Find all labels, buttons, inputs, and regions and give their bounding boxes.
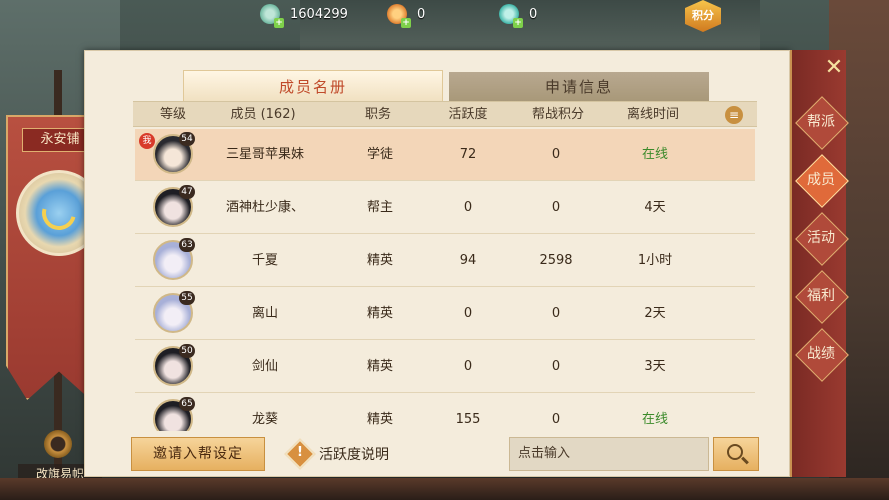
member-role: 学徒	[366, 147, 393, 162]
table-row[interactable]: 63 千夏 精英 94 2598 1小时	[135, 235, 755, 287]
member-offline: 1小时	[637, 253, 673, 268]
header-offline[interactable]: 离线时间	[603, 102, 703, 128]
member-role: 精英	[366, 306, 393, 321]
member-role: 帮主	[366, 200, 393, 215]
member-activity: 72	[459, 147, 477, 162]
header-activity[interactable]: 活跃度	[423, 102, 513, 128]
currency-gold[interactable]: + 0	[387, 4, 426, 28]
member-name: 酒神杜少康、	[225, 200, 304, 215]
close-icon[interactable]: ✕	[822, 56, 846, 80]
jade-coin-icon: +	[260, 4, 284, 28]
member-activity: 0	[463, 200, 473, 215]
member-name: 千夏	[251, 253, 278, 268]
currency-bar: + 1604299 + 0 + 0 积分	[255, 0, 795, 32]
member-role: 精英	[366, 359, 393, 374]
activity-help-link[interactable]: ! 活跃度说明	[284, 438, 389, 470]
points-badge[interactable]: 积分	[685, 0, 721, 32]
self-badge: 我	[139, 133, 155, 149]
member-name: 三星哥苹果妹	[225, 147, 304, 162]
plus-icon[interactable]: +	[274, 18, 284, 28]
level-badge: 50	[179, 344, 195, 358]
member-name: 龙葵	[251, 412, 278, 427]
member-offline: 在线	[641, 412, 668, 427]
nav-item-welfare[interactable]: 福利	[799, 274, 843, 318]
level-badge: 65	[179, 397, 195, 411]
header-war-points[interactable]: 帮战积分	[513, 102, 603, 128]
tab-applications[interactable]: 申请信息	[449, 72, 709, 102]
currency-gold-value: 0	[417, 6, 426, 22]
member-war-points: 0	[551, 306, 561, 321]
member-activity: 0	[463, 306, 473, 321]
plus-icon[interactable]: +	[401, 18, 411, 28]
level-badge: 54	[179, 132, 195, 146]
member-activity: 155	[455, 412, 481, 427]
member-war-points: 2598	[539, 253, 573, 268]
teal-coin-icon: +	[499, 4, 523, 28]
gear-icon[interactable]	[44, 430, 72, 458]
table-row[interactable]: 50 剑仙 精英 0 0 3天	[135, 341, 755, 393]
nav-item-activities[interactable]: 活动	[799, 216, 843, 260]
sort-menu-icon[interactable]: ≡	[725, 106, 743, 124]
member-name: 离山	[251, 306, 278, 321]
search-button[interactable]	[713, 437, 759, 471]
nav-item-records[interactable]: 战绩	[799, 332, 843, 376]
panel-tabs: 成员名册 申请信息	[183, 70, 711, 102]
member-list[interactable]: 54 我 三星哥苹果妹 学徒 72 0 在线 47 酒神杜少康、 帮主 0 0 …	[135, 129, 755, 431]
member-name: 剑仙	[251, 359, 278, 374]
level-badge: 47	[179, 185, 195, 199]
member-role: 精英	[366, 253, 393, 268]
bottom-frame	[0, 478, 889, 500]
search-icon-handle	[741, 456, 749, 465]
nav-item-guild[interactable]: 帮派	[799, 100, 843, 144]
currency-teal-value: 0	[529, 6, 538, 22]
level-badge: 55	[179, 291, 195, 305]
gold-coin-icon: +	[387, 4, 411, 28]
search-input[interactable]: 点击输入	[509, 437, 709, 471]
table-row[interactable]: 54 我 三星哥苹果妹 学徒 72 0 在线	[135, 129, 755, 181]
header-member[interactable]: 成员 (162)	[213, 102, 313, 128]
member-panel: 成员名册 申请信息 等级 成员 (162) 职务 活跃度 帮战积分 离线时间 ≡…	[84, 50, 790, 477]
member-offline: 2天	[644, 306, 666, 321]
info-icon: !	[284, 438, 316, 470]
member-offline: 3天	[644, 359, 666, 374]
header-role[interactable]: 职务	[333, 102, 423, 128]
table-header: 等级 成员 (162) 职务 活跃度 帮战积分 离线时间 ≡	[133, 101, 757, 127]
table-row[interactable]: 47 酒神杜少康、 帮主 0 0 4天	[135, 182, 755, 234]
tab-roster[interactable]: 成员名册	[183, 70, 443, 102]
member-offline: 在线	[641, 147, 668, 162]
member-activity: 94	[459, 253, 477, 268]
activity-help-label: 活跃度说明	[319, 447, 389, 463]
header-level[interactable]: 等级	[133, 102, 213, 128]
table-row[interactable]: 65 龙葵 精英 155 0 在线	[135, 394, 755, 431]
member-war-points: 0	[551, 412, 561, 427]
info-exclamation: !	[297, 445, 303, 460]
level-badge: 63	[179, 238, 195, 252]
plus-icon[interactable]: +	[513, 18, 523, 28]
member-war-points: 0	[551, 147, 561, 162]
nav-item-members[interactable]: 成员	[799, 158, 843, 202]
member-role: 精英	[366, 412, 393, 427]
currency-jade[interactable]: + 1604299	[260, 4, 348, 28]
invite-settings-button[interactable]: 邀请入帮设定	[131, 437, 265, 471]
side-nav: ✕ 帮派 成员 活动 福利 战绩	[790, 50, 846, 477]
member-war-points: 0	[551, 200, 561, 215]
member-offline: 4天	[644, 200, 666, 215]
member-activity: 0	[463, 359, 473, 374]
currency-jade-value: 1604299	[290, 6, 348, 22]
currency-teal[interactable]: + 0	[499, 4, 538, 28]
member-war-points: 0	[551, 359, 561, 374]
table-row[interactable]: 55 离山 精英 0 0 2天	[135, 288, 755, 340]
